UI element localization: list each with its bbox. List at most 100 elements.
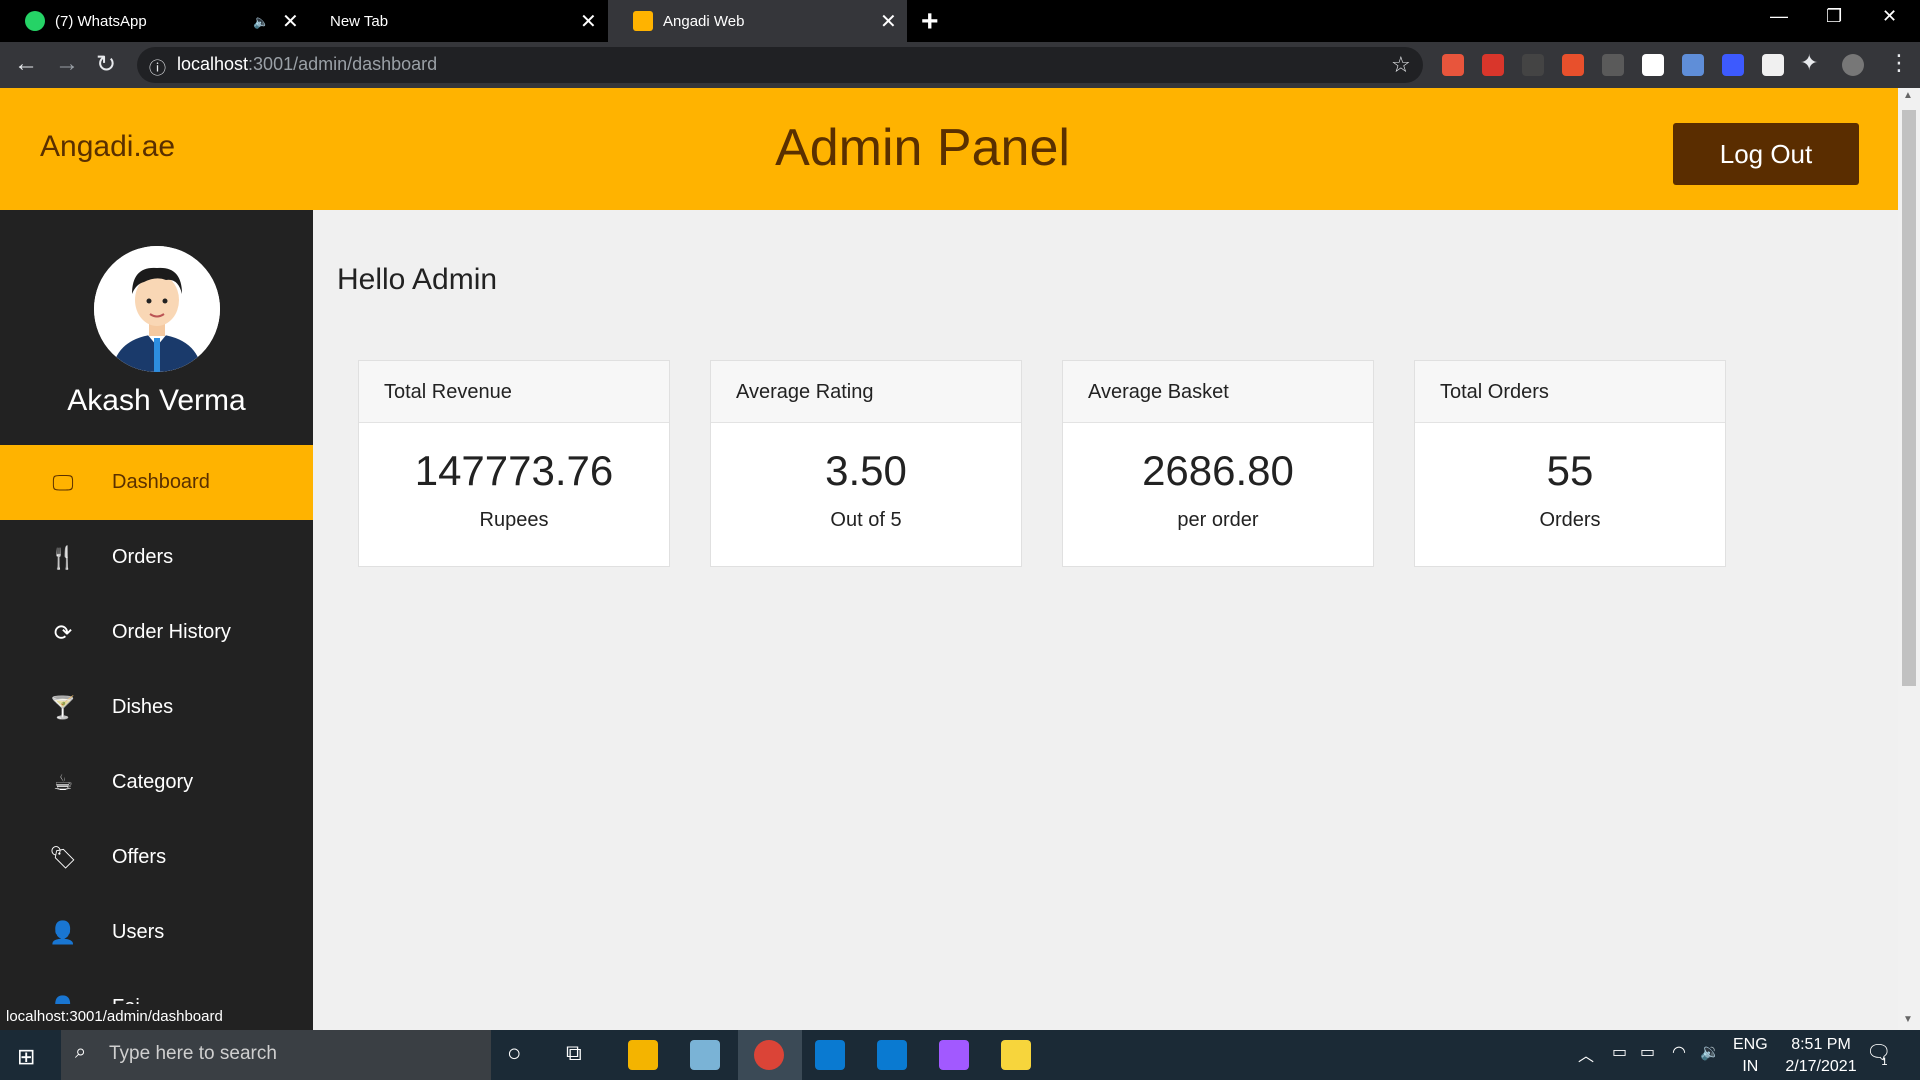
page-title: Admin Panel — [775, 119, 1070, 177]
taskbar-search-box[interactable]: ⌕ Type here to search — [61, 1030, 491, 1080]
address-bar[interactable]: ⓘ localhost:3001/admin/dashboard ☆ — [137, 47, 1423, 83]
search-icon: ⌕ — [75, 1041, 87, 1063]
notifications-icon[interactable]: 🗨1 — [1866, 1040, 1898, 1068]
close-icon[interactable]: ✕ — [880, 9, 897, 34]
back-icon[interactable]: ← — [14, 50, 38, 78]
extension-icon[interactable] — [1482, 54, 1504, 76]
card-title: Average Basket — [1063, 361, 1373, 423]
info-icon[interactable]: ⓘ — [149, 54, 166, 79]
card-title: Average Rating — [711, 361, 1021, 423]
sidebar-item-category[interactable]: ☕ Category — [0, 745, 313, 820]
tab-title: New Tab — [330, 12, 389, 30]
sidebar-item-dishes[interactable]: 🍸 Dishes — [0, 670, 313, 745]
sidebar-item-label: Users — [112, 921, 165, 943]
sidebar-item-label: Dashboard — [112, 471, 210, 493]
battery-icon[interactable]: ▭ — [1640, 1042, 1655, 1062]
card-unit: per order — [1177, 509, 1259, 531]
bookmark-star-icon[interactable]: ☆ — [1391, 52, 1411, 78]
angadi-favicon-icon — [633, 11, 653, 31]
card-value: 2686.80 — [1142, 447, 1294, 494]
forward-icon[interactable]: → — [55, 50, 79, 78]
user-avatar-icon — [94, 246, 220, 372]
new-tab-icon[interactable]: + — [921, 5, 939, 39]
sidebar-item-users[interactable]: 👤 Users — [0, 895, 313, 970]
extension-icon[interactable] — [1562, 54, 1584, 76]
coffee-icon: ☕ — [53, 769, 73, 795]
notification-count: 1 — [1881, 1056, 1888, 1068]
card-value: 147773.76 — [414, 447, 614, 494]
sidebar: Akash Verma 🖵 Dashboard 🍴 Orders ⟳ Order… — [0, 210, 313, 1030]
figma-icon[interactable] — [939, 1040, 969, 1070]
stat-card-total-revenue: Total Revenue 147773.76 Rupees — [358, 360, 670, 567]
tab-whatsapp[interactable]: (7) WhatsApp 🔈 ✕ — [0, 0, 305, 42]
sidebar-item-label: Order History — [112, 621, 231, 643]
user-name: Akash Verma — [67, 384, 246, 417]
menu-kebab-icon[interactable]: ⋮ — [1888, 50, 1910, 76]
notes-app-icon[interactable] — [690, 1040, 720, 1070]
extension-icon[interactable] — [1762, 54, 1784, 76]
reload-icon[interactable]: ↻ — [96, 50, 116, 79]
close-window-icon[interactable]: ✕ — [1882, 6, 1897, 27]
app-header: Angadi.ae Admin Panel Log Out — [0, 88, 1898, 210]
browser-toolbar: ← → ↻ ⓘ localhost:3001/admin/dashboard ☆… — [0, 42, 1920, 88]
extension-icon[interactable] — [1642, 54, 1664, 76]
sidebar-item-label: Orders — [112, 546, 174, 568]
clock-time: 8:51 PM — [1791, 1036, 1851, 1053]
stat-card-average-rating: Average Rating 3.50 Out of 5 — [710, 360, 1022, 567]
scrollbar-thumb[interactable] — [1902, 110, 1916, 686]
search-placeholder: Type here to search — [109, 1043, 277, 1064]
clock[interactable]: 8:51 PM 2/17/2021 — [1776, 1036, 1866, 1076]
card-unit: Orders — [1539, 509, 1601, 531]
close-icon[interactable]: ✕ — [580, 9, 597, 34]
sidebar-item-offers[interactable]: 🏷 Offers — [0, 820, 313, 895]
cutlery-icon: 🍴 — [49, 544, 77, 570]
chevron-up-icon[interactable]: ︿ — [1578, 1042, 1594, 1066]
speaker-icon[interactable]: 🔈 — [253, 14, 269, 30]
tab-title: Angadi Web — [663, 12, 745, 30]
stat-card-average-basket: Average Basket 2686.80 per order — [1062, 360, 1374, 567]
region-code: IN — [1742, 1058, 1759, 1075]
avatar — [94, 246, 220, 372]
url-host: localhost — [177, 54, 249, 74]
tab-angadi-web[interactable]: Angadi Web ✕ — [608, 0, 907, 42]
file-explorer-icon[interactable] — [628, 1040, 658, 1070]
clock-date: 2/17/2021 — [1785, 1058, 1857, 1075]
card-title: Total Revenue — [359, 361, 669, 423]
vscode-icon[interactable] — [877, 1040, 907, 1070]
minimize-icon[interactable]: — — [1770, 6, 1788, 27]
sidebar-item-label: Offers — [112, 846, 167, 868]
tag-icon: 🏷 — [49, 844, 77, 870]
extension-icon[interactable] — [1442, 54, 1464, 76]
sticky-notes-icon[interactable] — [1001, 1040, 1031, 1070]
meet-now-icon[interactable]: ▭ — [1612, 1042, 1627, 1062]
scroll-up-icon[interactable]: ▲ — [1903, 90, 1913, 101]
extension-icon[interactable] — [1722, 54, 1744, 76]
wifi-icon[interactable]: ◠ — [1672, 1042, 1686, 1062]
extension-icon[interactable] — [1682, 54, 1704, 76]
language-indicator[interactable]: ENG IN — [1733, 1036, 1768, 1076]
logout-button[interactable]: Log Out — [1673, 123, 1859, 185]
close-icon[interactable]: ✕ — [282, 9, 299, 34]
extension-icon[interactable] — [1522, 54, 1544, 76]
extension-icon[interactable] — [1602, 54, 1624, 76]
chrome-icon[interactable] — [754, 1040, 784, 1070]
puzzle-extensions-icon[interactable]: ✦ — [1800, 50, 1818, 76]
sidebar-item-orders[interactable]: 🍴 Orders — [0, 520, 313, 595]
card-value: 55 — [1546, 447, 1594, 494]
restore-icon[interactable]: ❐ — [1826, 6, 1842, 27]
sidebar-item-dashboard[interactable]: 🖵 Dashboard — [0, 445, 313, 520]
vscode-icon[interactable] — [815, 1040, 845, 1070]
whatsapp-icon — [25, 11, 45, 31]
volume-icon[interactable]: 🔉 — [1700, 1042, 1720, 1062]
card-title: Total Orders — [1415, 361, 1725, 423]
sidebar-item-order-history[interactable]: ⟳ Order History — [0, 595, 313, 670]
scroll-down-icon[interactable]: ▼ — [1903, 1014, 1913, 1025]
cortana-icon[interactable]: ○ — [507, 1040, 522, 1068]
user-icon: 👤 — [49, 919, 77, 945]
profile-avatar-icon[interactable] — [1842, 54, 1864, 76]
windows-start-icon[interactable]: ⊞ — [17, 1044, 35, 1070]
page-scrollbar[interactable]: ▲ ▼ — [1898, 88, 1920, 1030]
windows-taskbar: ⊞ ⌕ Type here to search ○ ⧉ ︿ ▭ ▭ ◠ 🔉 EN… — [0, 1030, 1920, 1080]
task-view-icon[interactable]: ⧉ — [566, 1040, 582, 1066]
tab-new-tab[interactable]: New Tab ✕ — [305, 0, 608, 42]
